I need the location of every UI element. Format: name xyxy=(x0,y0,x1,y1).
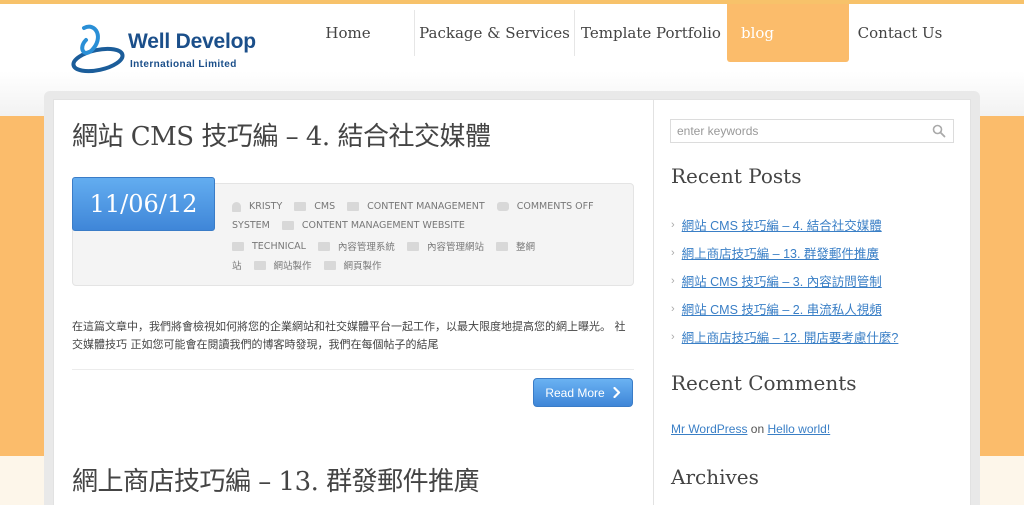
meta-category[interactable]: 整網 xyxy=(495,239,535,253)
recent-post-item: › 網站 CMS 技巧編 – 2. 串流私人視頻 xyxy=(671,299,882,318)
meta-author[interactable]: KRISTY xyxy=(232,201,282,212)
post-meta-row: TECHNICAL 內容管理系統 內容管理網站 整網 xyxy=(232,239,547,253)
nav-package-services[interactable]: Package & Services xyxy=(415,4,574,62)
folder-icon xyxy=(232,241,244,251)
logo-subtitle: International Limited xyxy=(130,59,237,70)
meta-category[interactable]: 內容管理網站 xyxy=(406,239,484,253)
recent-post-item: › 網上商店技巧編 – 13. 群發郵件推廣 xyxy=(671,243,879,262)
logo-name: Well Develop xyxy=(128,30,256,53)
recent-comments-heading: Recent Comments xyxy=(671,371,857,395)
post-meta-row: SYSTEM CONTENT MANAGEMENT WEBSITE xyxy=(232,220,477,231)
nav-home[interactable]: Home xyxy=(282,4,414,62)
post-excerpt: 在這篇文章中，我們將會檢視如何將您的企業網站和社交媒體平台一起工作，以最大限度地… xyxy=(72,320,626,351)
meta-category[interactable]: CONTENT MANAGEMENT xyxy=(347,201,485,212)
search-input[interactable] xyxy=(670,119,954,143)
recent-post-item: › 網站 CMS 技巧編 – 3. 內容訪問管制 xyxy=(671,271,882,290)
chevron-right-icon: › xyxy=(671,246,675,259)
folder-icon xyxy=(317,241,330,251)
content-panel xyxy=(53,99,653,505)
chevron-right-icon: › xyxy=(671,330,675,343)
folder-icon xyxy=(281,221,294,230)
recent-post-link[interactable]: 網上商店技巧編 – 13. 群發郵件推廣 xyxy=(682,243,879,262)
folder-icon xyxy=(253,260,266,270)
post-meta-row: 站 網站製作 網頁製作 xyxy=(232,258,394,272)
post-title-link[interactable]: 網站 CMS 技巧編 – 4. 結合社交媒體 xyxy=(72,116,491,153)
meta-category[interactable]: TECHNICAL xyxy=(232,241,306,252)
folder-icon xyxy=(323,260,336,270)
chevron-right-icon xyxy=(613,387,620,398)
folder-icon xyxy=(406,241,419,251)
comment-icon xyxy=(496,202,509,211)
read-more-button[interactable]: Read More xyxy=(533,378,633,407)
recent-post-item: › 網站 CMS 技巧編 – 4. 結合社交媒體 xyxy=(671,215,882,234)
user-icon xyxy=(232,201,241,212)
recent-post-link[interactable]: 網站 CMS 技巧編 – 2. 串流私人視頻 xyxy=(682,299,882,318)
search-icon[interactable] xyxy=(932,124,946,138)
read-more-label: Read More xyxy=(545,385,605,400)
meta-category[interactable]: 站 xyxy=(232,258,242,272)
post-divider xyxy=(72,369,634,370)
folder-icon xyxy=(347,202,360,211)
folder-icon xyxy=(294,202,307,211)
comment-post-link[interactable]: Hello world! xyxy=(768,422,831,436)
post-date-badge: 11/06/12 xyxy=(72,177,215,231)
recent-post-link[interactable]: 網站 CMS 技巧編 – 3. 內容訪問管制 xyxy=(682,271,882,290)
chevron-right-icon: › xyxy=(671,302,675,315)
meta-comments: COMMENTS OFF xyxy=(496,201,594,212)
nav-contact-us[interactable]: Contact Us xyxy=(849,4,951,62)
recent-comment-item: Mr WordPress on Hello world! xyxy=(671,422,830,436)
meta-category[interactable]: CONTENT MANAGEMENT WEBSITE xyxy=(281,220,465,231)
nav-template-portfolio[interactable]: Template Portfolio xyxy=(575,4,727,62)
meta-category[interactable]: 網頁製作 xyxy=(323,258,382,272)
post-title-link[interactable]: 網上商店技巧編 – 13. 群發郵件推廣 xyxy=(72,461,480,498)
recent-post-item: › 網上商店技巧編 – 12. 開店要考慮什麼? xyxy=(671,327,898,346)
meta-category[interactable]: CMS xyxy=(294,201,335,212)
archives-heading: Archives xyxy=(671,465,759,489)
folder-icon xyxy=(495,241,508,251)
recent-post-link[interactable]: 網站 CMS 技巧編 – 4. 結合社交媒體 xyxy=(682,215,882,234)
site-logo[interactable]: Well Develop International Limited xyxy=(70,22,260,78)
recent-posts-heading: Recent Posts xyxy=(671,164,802,188)
comment-author-link[interactable]: Mr WordPress xyxy=(671,422,747,436)
comment-on-text: on xyxy=(750,422,765,436)
recent-post-link[interactable]: 網上商店技巧編 – 12. 開店要考慮什麼? xyxy=(682,327,899,346)
meta-category[interactable]: 內容管理系統 xyxy=(317,239,395,253)
logo-mark-icon xyxy=(71,24,125,74)
chevron-right-icon: › xyxy=(671,218,675,231)
chevron-right-icon: › xyxy=(671,274,675,287)
meta-category[interactable]: 網站製作 xyxy=(253,258,312,272)
meta-category[interactable]: SYSTEM xyxy=(232,220,270,231)
post-meta-row: KRISTY CMS CONTENT MANAGEMENT COMMENTS O… xyxy=(232,201,606,212)
nav-blog[interactable]: blog xyxy=(727,4,849,62)
